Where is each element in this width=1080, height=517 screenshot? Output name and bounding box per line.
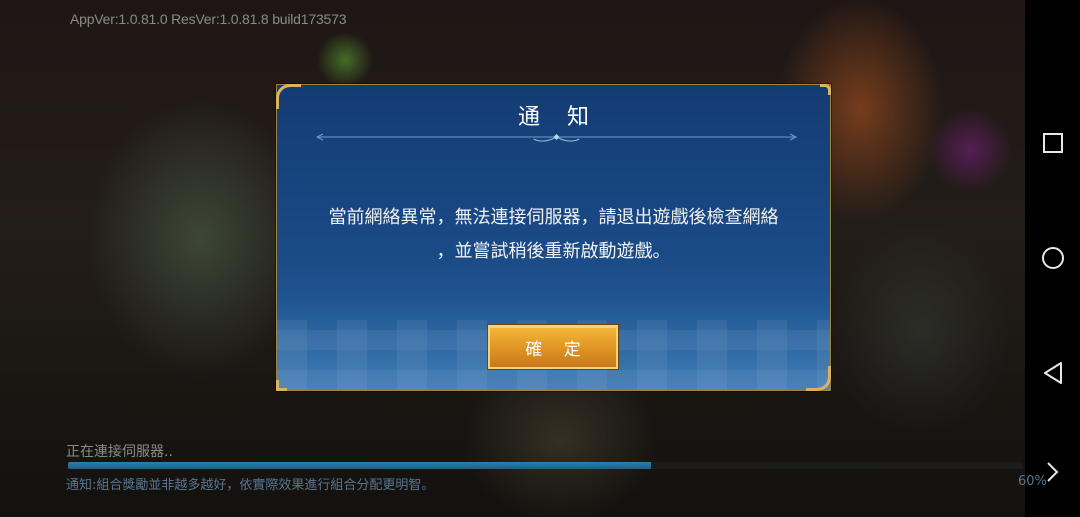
home-button[interactable] — [1025, 233, 1080, 283]
chevron-right-icon — [1045, 461, 1059, 487]
next-arrow-button[interactable] — [1040, 460, 1064, 488]
confirm-button[interactable]: 確 定 — [488, 325, 618, 369]
system-navigation-bar — [1025, 0, 1080, 517]
corner-ornament-top-right — [820, 84, 831, 95]
loading-progress-bar — [68, 462, 1023, 469]
notification-dialog: 通 知 當前網絡異常，無法連接伺服器，請退出遊戲後檢查網絡 ，並嘗試稍後重新啟動… — [276, 84, 831, 391]
circle-icon — [1041, 246, 1065, 270]
loading-status-text: 正在連接伺服器.. — [66, 444, 173, 460]
back-button[interactable] — [1025, 348, 1080, 398]
loading-progress-fill — [68, 462, 651, 469]
title-divider-ornament — [313, 133, 800, 142]
dialog-title: 通 知 — [518, 105, 599, 130]
triangle-back-icon — [1042, 361, 1064, 385]
recent-apps-button[interactable] — [1025, 118, 1080, 168]
message-line-2: ，並嘗試稍後重新啟動遊戲。 — [436, 241, 671, 262]
square-icon — [1042, 132, 1064, 154]
message-line-1: 當前網絡異常，無法連接伺服器，請退出遊戲後檢查網絡 — [328, 207, 779, 228]
dialog-message: 當前網絡異常，無法連接伺服器，請退出遊戲後檢查網絡 ，並嘗試稍後重新啟動遊戲。 — [277, 201, 830, 269]
corner-ornament-bottom-left — [276, 380, 287, 391]
version-label: AppVer:1.0.81.0 ResVer:1.0.81.8 build173… — [70, 11, 347, 27]
loading-tip-text: 通知:組合獎勵並非越多越好，依實際效果進行組合分配更明智。 — [66, 478, 435, 493]
